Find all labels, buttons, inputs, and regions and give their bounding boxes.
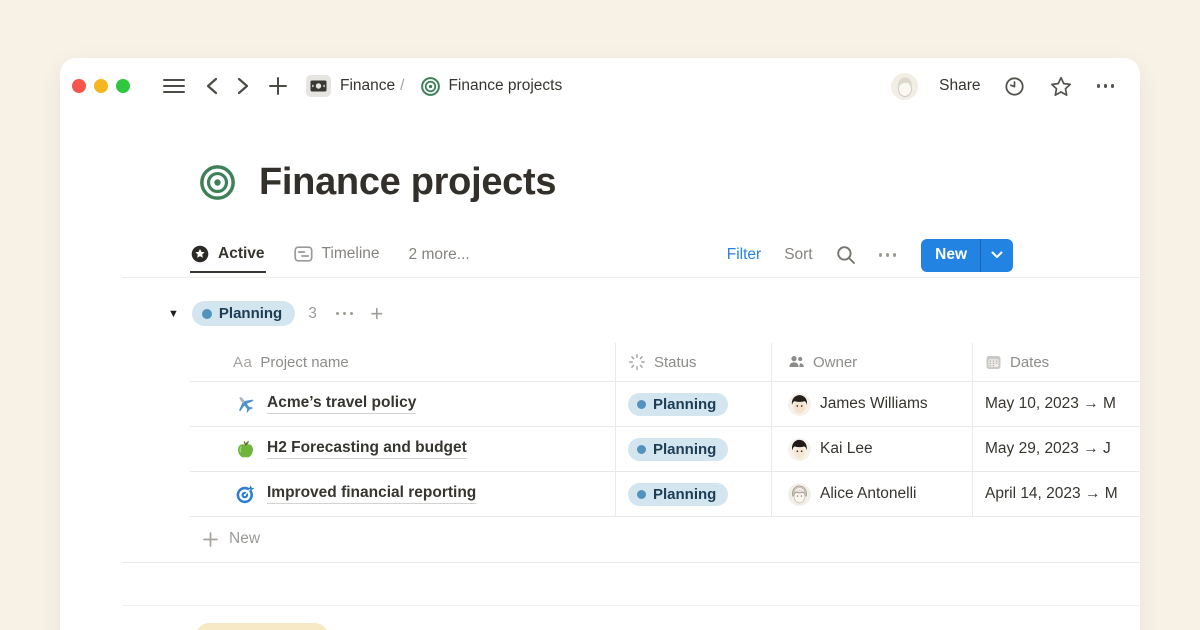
more-options-icon[interactable] [1095, 82, 1117, 90]
star-badge-icon [191, 245, 209, 263]
target-icon [421, 77, 440, 96]
status-tag[interactable]: Planning [628, 393, 728, 416]
owner-avatar [788, 483, 811, 506]
add-row-label: New [229, 530, 260, 548]
project-page-link[interactable]: Improved financial reporting [267, 484, 476, 504]
column-label: Owner [813, 354, 857, 371]
plus-icon [203, 532, 218, 547]
user-avatar[interactable] [891, 73, 918, 100]
table-row[interactable]: Improved financial reporting Planning [190, 472, 1140, 517]
breadcrumb-separator: / [400, 77, 404, 95]
collapse-triangle-icon[interactable]: ▼ [168, 308, 179, 320]
notion-window: Finance / Finance projects Share [60, 58, 1140, 630]
new-page-plus-icon[interactable] [267, 75, 289, 97]
tab-timeline-label: Timeline [322, 245, 380, 263]
banknote-icon [306, 75, 331, 97]
view-more-options-icon[interactable] [879, 253, 897, 257]
group-status-tag[interactable]: Planning [192, 301, 295, 326]
close-window-icon[interactable] [72, 79, 86, 93]
tab-more-label: 2 more... [409, 246, 470, 264]
breadcrumb-current[interactable]: Finance projects [448, 77, 562, 95]
sidebar-menu-icon[interactable] [161, 76, 187, 96]
page-header: Finance projects [200, 161, 556, 204]
status-dot-icon [202, 309, 212, 319]
table-row[interactable]: Acme’s travel policy Planning [190, 382, 1140, 427]
date-range: May 29, 2023 → J [985, 440, 1111, 458]
people-icon [788, 354, 805, 370]
column-header-owner[interactable]: Owner [772, 343, 973, 381]
date-range: May 10, 2023 → M [985, 395, 1116, 413]
owner-avatar [788, 393, 811, 416]
timeline-icon [294, 245, 313, 263]
status-label: Planning [653, 396, 716, 413]
airplane-icon [235, 394, 256, 415]
text-type-icon: Aa [233, 354, 252, 371]
minimize-window-icon[interactable] [94, 79, 108, 93]
tab-active-label: Active [218, 245, 265, 263]
status-label: Planning [653, 486, 716, 503]
view-controls: Filter Sort New [727, 235, 1013, 275]
project-page-link[interactable]: H2 Forecasting and budget [267, 439, 467, 459]
tab-timeline[interactable]: Timeline [293, 237, 381, 273]
column-header-dates[interactable]: Dates [973, 343, 1140, 381]
status-burst-icon [628, 353, 646, 371]
share-button[interactable]: Share [939, 77, 980, 95]
green-apple-icon [235, 439, 256, 460]
group-status-label: Planning [219, 305, 282, 322]
forward-icon[interactable] [235, 75, 252, 97]
breadcrumb: Finance / Finance projects [340, 77, 562, 96]
project-page-link[interactable]: Acme’s travel policy [267, 394, 416, 414]
owner-name: Kai Lee [820, 440, 873, 458]
search-icon[interactable] [836, 245, 856, 265]
new-button-label: New [921, 239, 980, 272]
sort-button[interactable]: Sort [784, 246, 812, 264]
window-toolbar: Finance / Finance projects Share [60, 58, 1140, 114]
owner-name: James Williams [820, 395, 928, 413]
status-dot-icon [637, 400, 646, 409]
tab-more[interactable]: 2 more... [408, 237, 471, 274]
section-divider [122, 605, 1140, 606]
calendar-icon [985, 354, 1002, 371]
status-label: Planning [653, 441, 716, 458]
favorite-star-icon[interactable] [1048, 74, 1074, 99]
column-label: Project name [260, 354, 348, 371]
status-tag[interactable]: Planning [628, 483, 728, 506]
view-tabs: Active Timeline 2 more... [190, 237, 471, 278]
status-dot-icon [637, 490, 646, 499]
page-target-icon[interactable] [200, 165, 235, 200]
traffic-lights [72, 79, 130, 93]
filter-button[interactable]: Filter [727, 246, 761, 264]
new-button[interactable]: New [921, 239, 1013, 272]
page-title: Finance projects [259, 161, 556, 204]
column-label: Dates [1010, 354, 1049, 371]
date-range: April 14, 2023 → M [985, 485, 1118, 503]
breadcrumb-parent[interactable]: Finance [340, 77, 395, 95]
status-dot-icon [637, 445, 646, 454]
owner-name: Alice Antonelli [820, 485, 917, 503]
owner-avatar [788, 438, 811, 461]
updates-clock-icon[interactable] [1002, 74, 1027, 99]
projects-table: Aa Project name Status [190, 343, 1140, 561]
back-icon[interactable] [203, 75, 220, 97]
zoom-window-icon[interactable] [116, 79, 130, 93]
chevron-down-icon[interactable] [981, 239, 1013, 272]
table-row[interactable]: H2 Forecasting and budget Planning [190, 427, 1140, 472]
group-more-icon[interactable] [334, 310, 356, 318]
blue-target-icon [235, 484, 256, 505]
table-header-row: Aa Project name Status [190, 343, 1140, 382]
group-count: 3 [308, 305, 317, 323]
group-header-planning: ▼ Planning 3 + [168, 298, 383, 329]
column-label: Status [654, 354, 697, 371]
next-group-tag-partial[interactable] [196, 623, 328, 630]
add-row-button[interactable]: New [190, 517, 1140, 561]
group-add-icon[interactable]: + [370, 303, 383, 325]
status-tag[interactable]: Planning [628, 438, 728, 461]
column-header-status[interactable]: Status [616, 343, 772, 381]
tab-active[interactable]: Active [190, 237, 266, 273]
table-bottom-divider [122, 562, 1140, 563]
column-header-project-name[interactable]: Aa Project name [190, 343, 616, 381]
